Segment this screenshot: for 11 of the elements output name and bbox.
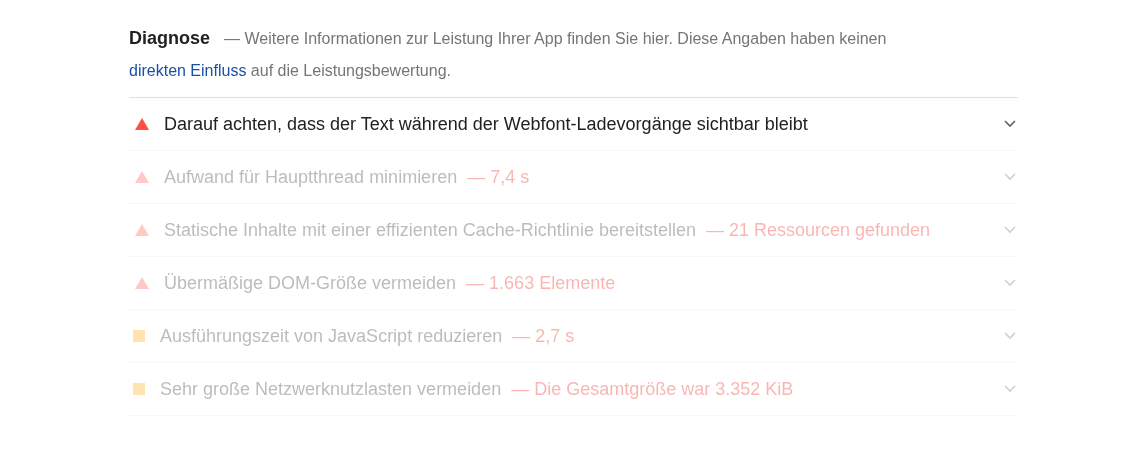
section-title: Diagnose [129, 28, 211, 48]
audit-title[interactable]: Aufwand für Hauptthread minimieren — 7,4 s [164, 156, 1004, 198]
audit-title[interactable]: Ausführungszeit von JavaScript reduzieren — 2,7 s [160, 315, 1004, 357]
audit-title[interactable]: Übermäßige DOM-Größe vermeiden — 1.663 Elemente [164, 262, 1004, 304]
audit-title[interactable]: Sehr große Netzwerknutzlasten vermeiden — Die Gesamtgröße war 3.352 KiB [160, 368, 1004, 410]
audit-title[interactable]: Darauf achten, dass der Text während der Webfont-Ladevorgänge sichtbar bleibt [164, 103, 1004, 145]
audit-title[interactable]: Statische Inhalte mit einer effizienten Cache-Richtlinie bereitstellen — 21 Ressourcen gefunden [164, 209, 1004, 251]
section-description: — Weitere Informationen zur Leistung Ihrer App finden Sie hier. Diese Angaben haben keinen [224, 30, 887, 47]
section-description: auf die Leistungsbewertung. [250, 62, 451, 79]
chevron-down-icon[interactable] [1004, 120, 1016, 128]
influence-link[interactable]: direkten Einfluss [129, 62, 247, 79]
